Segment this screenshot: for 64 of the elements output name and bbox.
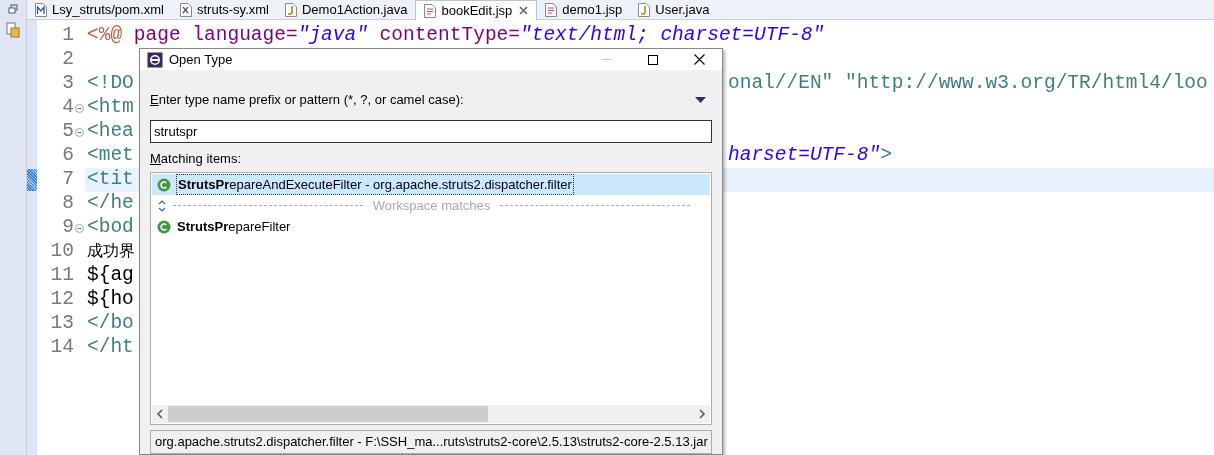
code-text: <%@ page language="java" contentType="text/html; charset=UTF-8" — [87, 23, 825, 49]
file-icon — [35, 3, 47, 17]
close-icon[interactable] — [693, 54, 705, 65]
fold-icon[interactable] — [74, 223, 84, 233]
type-list-item[interactable]: StrutsPrepareFilter — [152, 216, 710, 237]
code-text: 成功界 — [87, 240, 135, 263]
horizontal-scrollbar[interactable] — [152, 405, 710, 423]
line-number: 3 — [62, 71, 74, 97]
scrollbar-thumb[interactable] — [168, 406, 488, 422]
fold-icon[interactable] — [74, 127, 84, 137]
line-number: 1 — [62, 23, 74, 49]
code-text: <tit — [87, 167, 134, 193]
expand-icon[interactable] — [157, 198, 167, 213]
matching-items-label: Matching items: — [150, 149, 243, 168]
editor-tab[interactable]: demo1.jsp — [537, 0, 631, 20]
line-number: 11 — [50, 263, 74, 289]
class-icon — [157, 219, 171, 234]
pattern-field[interactable]: strutspr — [150, 119, 712, 143]
class-icon — [157, 177, 171, 192]
line-number: 12 — [50, 287, 74, 313]
line-number: 14 — [50, 335, 74, 361]
details-field: org.apache.struts2.dispatcher.filter - F:\SSH_ma...ruts\struts2-core\2.5.13\struts2-core-2.5.13.jar — [150, 430, 712, 454]
matching-items-list[interactable]: StrutsPrepareAndExecuteFilter - org.apache.struts2.dispatcher.filter Workspace matches StrutsPrepareFilter — [150, 172, 712, 425]
pattern-label: Enter type name prefix or pattern (*, ?, or camel case): — [150, 91, 464, 109]
editor-tab[interactable]: Lsy_struts/pom.xml — [27, 0, 172, 20]
line-number: 2 — [62, 47, 74, 73]
editor-tab[interactable]: bookEdit.jsp — [415, 0, 538, 20]
file-icon — [545, 3, 558, 17]
file-icon — [180, 3, 192, 17]
code-text: ${ag — [87, 263, 134, 289]
code-text: <htm — [87, 95, 134, 121]
line-number: 13 — [50, 311, 74, 337]
file-icon — [638, 3, 651, 17]
separator-label: Workspace matches — [371, 196, 492, 215]
fold-icon[interactable] — [74, 103, 84, 113]
code-text: </bo — [87, 311, 134, 337]
code-text: onal//EN" "http://www.w3.org/TR/html4/loo — [728, 71, 1208, 97]
code-text: <hea — [87, 119, 134, 145]
line-number: 7 — [62, 167, 74, 193]
file-icon — [284, 3, 297, 17]
dropdown-arrow-icon[interactable] — [695, 96, 706, 103]
line-number: 10 — [50, 239, 74, 265]
code-text: harset=UTF-8"> — [728, 143, 892, 169]
code-text: <bod — [87, 215, 134, 241]
dialog-title: Open Type — [169, 50, 233, 69]
line-number: 4 — [62, 95, 74, 121]
code-text: </he — [87, 191, 134, 217]
editor-tab[interactable]: Demo1Action.java — [276, 0, 416, 20]
code-text: </ht — [87, 335, 134, 361]
line-number: 6 — [62, 143, 74, 169]
file-icon — [424, 3, 437, 18]
line-number: 8 — [62, 191, 74, 217]
restore-icon[interactable] — [8, 4, 18, 14]
code-text: ${ho — [87, 287, 134, 313]
code-text: <met — [87, 143, 134, 169]
scroll-left-icon[interactable] — [156, 409, 164, 419]
editor-tab[interactable]: struts-sy.xml — [172, 0, 277, 20]
line-number: 5 — [62, 119, 74, 145]
code-text: <!DO — [87, 71, 134, 97]
type-list-item[interactable]: StrutsPrepareAndExecuteFilter - org.apache.struts2.dispatcher.filter — [152, 174, 710, 195]
line-number: 9 — [62, 215, 74, 241]
scroll-right-icon[interactable] — [698, 409, 706, 419]
editor-tab[interactable]: User.java — [630, 0, 718, 20]
package-explorer-icon[interactable] — [5, 22, 21, 38]
